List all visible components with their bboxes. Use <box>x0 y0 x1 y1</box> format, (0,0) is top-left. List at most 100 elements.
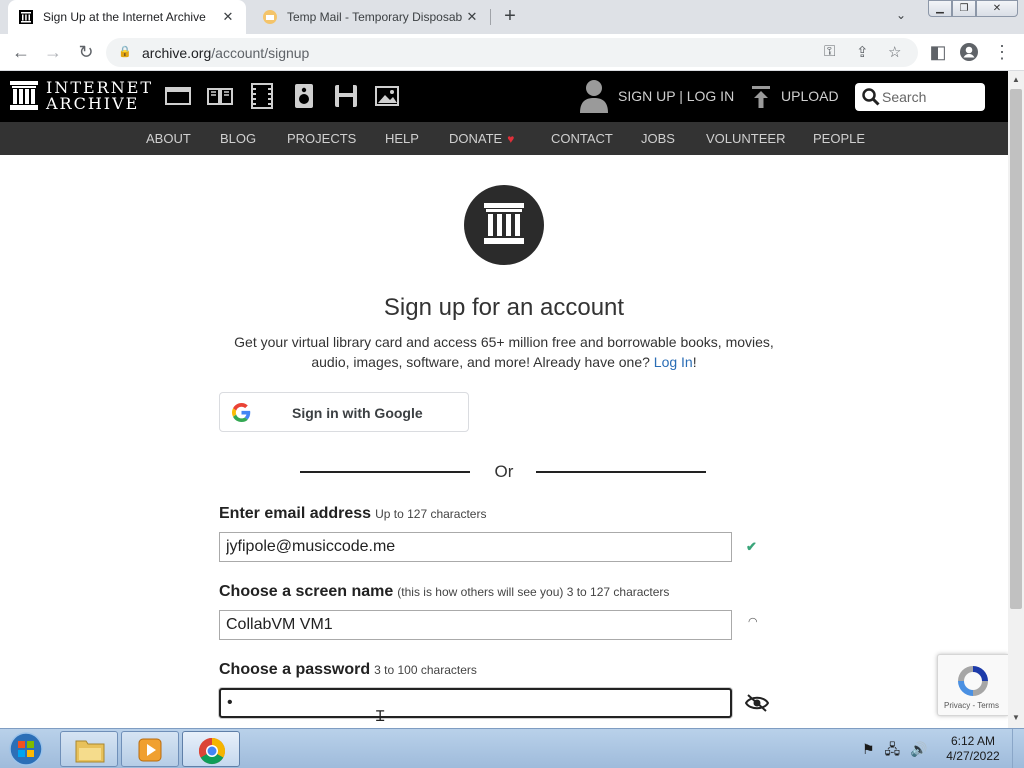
folder-icon <box>75 740 105 763</box>
star-bookmark-icon[interactable]: ☆ <box>888 43 901 61</box>
or-divider-left <box>300 471 470 473</box>
email-label: Enter email address Up to 127 characters <box>219 505 487 522</box>
browser-tabstrip: Sign Up at the Internet Archive ✕ Temp M… <box>0 0 1024 34</box>
web-archive-icon[interactable] <box>165 83 191 109</box>
nav-volunteer[interactable]: VOLUNTEER <box>706 131 785 146</box>
taskbar-chrome[interactable] <box>182 731 240 767</box>
show-desktop-button[interactable] <box>1012 729 1024 768</box>
heart-icon: ♥ <box>507 132 515 146</box>
upload-link[interactable]: UPLOAD <box>781 88 839 104</box>
system-tray: ⚑ 🖧 🔊 <box>862 739 927 763</box>
google-button-label: Sign in with Google <box>292 405 423 421</box>
checkmark-icon: ✔ <box>746 539 757 554</box>
ia-top-bar: INTERNET ARCHIVE SIGN UP | LOG IN UPLOAD <box>0 71 1008 122</box>
taskbar-media-player[interactable] <box>121 731 179 767</box>
audio-speaker-icon[interactable] <box>291 83 317 109</box>
logo-text: INTERNET ARCHIVE <box>46 78 154 113</box>
scroll-down-arrow-icon[interactable]: ▼ <box>1012 713 1020 722</box>
signup-page: Sign up for an account Get your virtual … <box>0 155 1008 728</box>
screen-name-label: Choose a screen name (this is how others … <box>219 583 670 600</box>
windows-start-button[interactable] <box>6 731 46 767</box>
books-icon[interactable] <box>207 83 233 109</box>
ia-sub-nav: ABOUT BLOG PROJECTS HELP DONATE ♥ CONTACT… <box>0 122 1008 155</box>
screen-name-field[interactable] <box>219 610 732 640</box>
upload-icon[interactable] <box>751 85 771 109</box>
media-player-icon <box>138 738 162 762</box>
password-field[interactable] <box>219 688 732 718</box>
side-panel-icon[interactable]: ◧ <box>927 41 949 63</box>
network-icon[interactable]: 🖧 <box>884 741 900 757</box>
action-center-flag-icon[interactable]: ⚑ <box>862 741 875 757</box>
nav-contact[interactable]: CONTACT <box>551 131 613 146</box>
lock-icon: 🔒 <box>118 46 132 58</box>
profile-avatar-icon[interactable] <box>958 41 980 63</box>
temp-mail-favicon-icon <box>263 10 277 24</box>
tab-search-chevron-icon[interactable]: ⌄ <box>896 8 906 22</box>
text-cursor-icon: Ɪ <box>376 708 385 725</box>
nav-help[interactable]: HELP <box>385 131 419 146</box>
or-text: Or <box>494 462 514 481</box>
address-bar[interactable]: 🔒 archive.org/account/signup ⚿ ⇪ ☆ <box>106 38 918 67</box>
taskbar-file-explorer[interactable] <box>60 731 118 767</box>
window-restore-button[interactable]: ❐ <box>952 0 976 17</box>
key-icon[interactable]: ⚿ <box>824 43 835 60</box>
tab-close-icon[interactable]: ✕ <box>220 9 236 25</box>
scroll-up-arrow-icon[interactable]: ▲ <box>1012 75 1020 84</box>
tab-divider <box>490 9 491 25</box>
nav-about[interactable]: ABOUT <box>146 131 191 146</box>
tab-internet-archive-signup[interactable]: Sign Up at the Internet Archive ✕ <box>8 0 246 34</box>
clock-time: 6:12 AM <box>950 734 996 748</box>
archive-logo-circle <box>464 185 544 265</box>
loading-spinner-icon: ◠ <box>748 616 758 628</box>
nav-donate[interactable]: DONATE ♥ <box>449 131 514 146</box>
search-icon <box>862 88 880 106</box>
volume-icon[interactable]: 🔊 <box>910 741 927 757</box>
show-password-eye-icon[interactable] <box>745 694 769 712</box>
images-icon[interactable] <box>375 83 401 109</box>
software-floppy-icon[interactable] <box>333 83 359 109</box>
google-signin-button[interactable]: Sign in with Google <box>219 392 469 432</box>
search-box[interactable] <box>855 83 985 111</box>
back-arrow-icon[interactable]: ← <box>10 41 32 63</box>
intro-text: Get your virtual library card and access… <box>234 334 774 370</box>
signup-login-link[interactable]: SIGN UP | LOG IN <box>618 88 734 104</box>
recaptcha-icon <box>958 666 988 696</box>
search-input[interactable] <box>882 87 980 107</box>
internet-archive-logo[interactable]: INTERNET ARCHIVE <box>10 80 153 112</box>
tab-title: Temp Mail - Temporary Disposab <box>287 10 463 24</box>
window-minimize-button[interactable]: ▁ <box>928 0 952 17</box>
internet-archive-favicon-icon <box>19 10 33 24</box>
login-link[interactable]: Log In <box>654 354 693 370</box>
forward-arrow-icon[interactable]: → <box>42 41 64 63</box>
taskbar-clock[interactable]: 6:12 AM 4/27/2022 <box>938 734 1008 764</box>
recaptcha-badge[interactable]: Privacy - Terms <box>937 654 1008 716</box>
nav-blog[interactable]: BLOG <box>220 131 256 146</box>
tab-temp-mail[interactable]: Temp Mail - Temporary Disposab ✕ <box>252 0 490 34</box>
archive-building-icon <box>10 81 38 110</box>
user-avatar-icon[interactable] <box>580 79 608 113</box>
page-title: Sign up for an account <box>383 294 625 321</box>
video-film-icon[interactable] <box>249 83 275 109</box>
browser-menu-icon[interactable]: ⋮ <box>991 41 1013 63</box>
share-icon[interactable]: ⇪ <box>856 43 869 61</box>
or-divider-right <box>536 471 706 473</box>
window-close-button[interactable]: ✕ <box>976 0 1018 17</box>
new-tab-icon[interactable]: + <box>499 5 521 27</box>
windows-taskbar: ⚑ 🖧 🔊 6:12 AM 4/27/2022 <box>0 728 1024 768</box>
password-label: Choose a password 3 to 100 characters <box>219 661 477 678</box>
page-scrollbar[interactable]: ▲ ▼ <box>1008 71 1024 728</box>
reload-icon[interactable]: ↻ <box>75 41 97 63</box>
url-text: archive.org/account/signup <box>142 45 310 61</box>
scroll-thumb[interactable] <box>1010 89 1022 609</box>
tab-close-icon[interactable]: ✕ <box>464 9 480 25</box>
nav-jobs[interactable]: JOBS <box>641 131 675 146</box>
nav-projects[interactable]: PROJECTS <box>287 131 356 146</box>
nav-people[interactable]: PEOPLE <box>813 131 865 146</box>
google-g-icon <box>232 403 251 422</box>
email-field[interactable] <box>219 532 732 562</box>
clock-date: 4/27/2022 <box>946 749 1000 763</box>
recaptcha-terms[interactable]: Privacy - Terms <box>944 701 999 710</box>
browser-toolbar: ← → ↻ 🔒 archive.org/account/signup ⚿ ⇪ ☆… <box>0 34 1024 71</box>
archive-building-icon <box>484 203 524 244</box>
tab-title: Sign Up at the Internet Archive <box>43 10 206 24</box>
